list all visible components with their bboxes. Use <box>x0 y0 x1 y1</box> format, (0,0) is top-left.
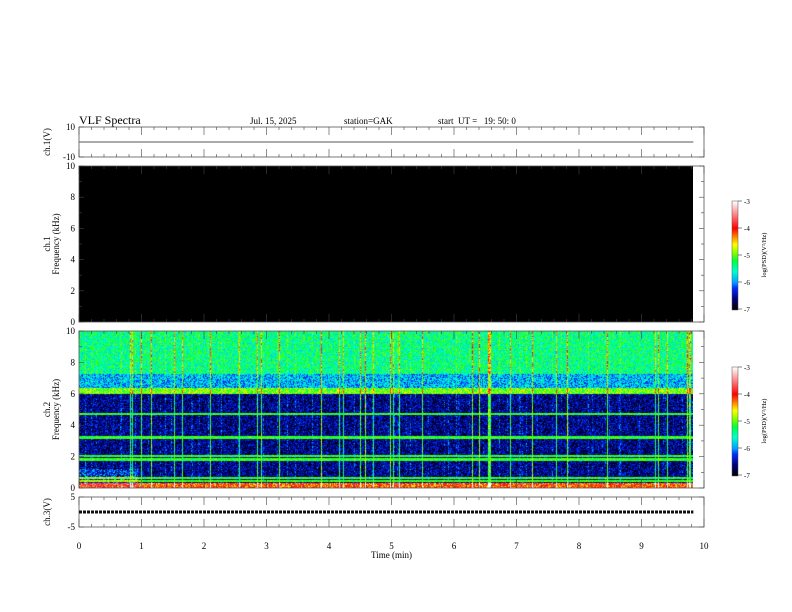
ch3-waveform-ylabel: ch.3(V) <box>42 498 52 526</box>
y-tick-label: 10 <box>66 326 76 336</box>
ch1-spectrogram-frame <box>78 165 705 323</box>
x-tick-label: 1 <box>139 541 144 551</box>
y-tick-label: 10 <box>66 161 76 171</box>
y-tick-label: 6 <box>71 389 76 399</box>
y-tick-label: 2 <box>71 286 76 296</box>
colorbar-label: log(PSD)(V²/Hz) <box>761 399 768 444</box>
x-tick-label: 3 <box>264 541 269 551</box>
colorbar-tick-label: -5 <box>744 252 750 260</box>
colorbar-tick-label: -3 <box>744 198 750 206</box>
y-tick-label: 4 <box>71 255 76 265</box>
colorbar-frame <box>731 200 739 311</box>
y-tick-label: 2 <box>71 452 76 462</box>
colorbar-tick-label: -7 <box>744 306 750 314</box>
x-tick-label: 10 <box>700 541 710 551</box>
ch2-spectrogram-frame <box>78 330 705 489</box>
x-tick-label: 6 <box>452 541 457 551</box>
ch1-waveform-ylabel: ch.1(V) <box>42 128 52 156</box>
colorbar-tick-label: -7 <box>744 472 750 480</box>
ch2-spectrogram-ylabel: Frequency (kHz) <box>51 379 61 440</box>
plot-axes: 10-10ch.1(V)0246810ch.1 Frequency (kHz)02… <box>42 122 768 560</box>
x-axis-label: Time (min) <box>371 550 412 560</box>
x-tick-label: 9 <box>639 541 644 551</box>
colorbar-tick-label: -4 <box>744 391 750 399</box>
y-tick-label: 5 <box>71 492 76 502</box>
y-tick-label: -5 <box>68 522 76 532</box>
colorbar-tick-label: -3 <box>744 364 750 372</box>
x-tick-label: 2 <box>202 541 207 551</box>
colorbar-tick-label: -5 <box>744 418 750 426</box>
colorbar-tick-label: -4 <box>744 225 750 233</box>
y-tick-label: 6 <box>71 223 76 233</box>
y-tick-label: 8 <box>71 192 76 202</box>
x-tick-label: 7 <box>514 541 519 551</box>
colorbar-frame <box>731 366 739 477</box>
y-tick-label: 4 <box>71 420 76 430</box>
colorbar-tick-label: -6 <box>744 279 750 287</box>
ch1-spectrogram-ylabel: Frequency (kHz) <box>51 213 61 274</box>
colorbar-label: log(PSD)(V²/Hz) <box>761 233 768 278</box>
y-tick-label: 10 <box>66 122 76 132</box>
x-tick-label: 4 <box>327 541 332 551</box>
y-tick-label: 8 <box>71 357 76 367</box>
colorbar-tick-label: -6 <box>744 445 750 453</box>
x-tick-label: 8 <box>577 541 582 551</box>
x-tick-label: 0 <box>77 541 82 551</box>
